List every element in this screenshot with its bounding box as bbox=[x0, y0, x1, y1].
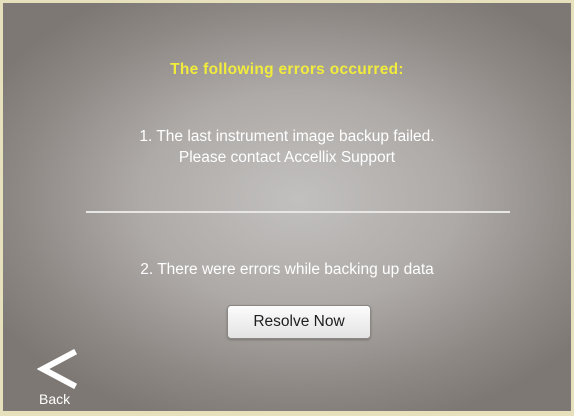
error-1-line-2: Please contact Accellix Support bbox=[178, 149, 396, 166]
back-button[interactable]: Back bbox=[29, 349, 89, 411]
dialog-title: The following errors occurred: bbox=[170, 61, 404, 78]
error-message-2: 2. There were errors while backing up da… bbox=[140, 261, 434, 278]
error-message-1: 1. The last instrument image backup fail… bbox=[3, 126, 571, 168]
chevron-left-icon bbox=[37, 349, 77, 389]
error-dialog: The following errors occurred: 1. The la… bbox=[0, 0, 574, 416]
error-1-line-1: 1. The last instrument image backup fail… bbox=[139, 128, 435, 145]
resolve-now-button[interactable]: Resolve Now bbox=[227, 305, 371, 339]
back-label: Back bbox=[39, 391, 71, 407]
divider bbox=[86, 211, 510, 213]
